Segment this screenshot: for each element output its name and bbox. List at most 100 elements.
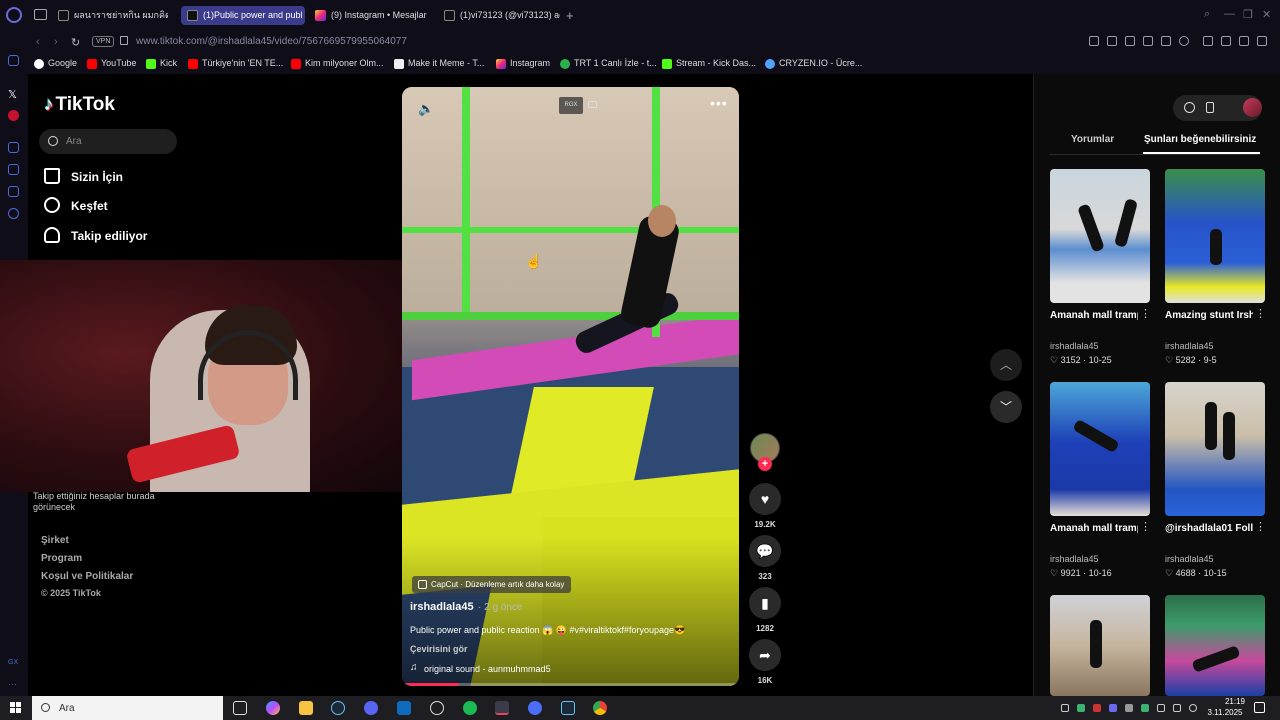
card-title[interactable]: @irshadlala01 Follow my accou... — [1165, 521, 1253, 536]
bookmark-cryzen[interactable]: CRYZEN.IO - Ücre... — [765, 58, 862, 69]
card-author[interactable]: irshadlala45 — [1165, 341, 1214, 351]
app-icon[interactable] — [528, 701, 542, 715]
pinboard-icon[interactable] — [8, 142, 19, 153]
search-input[interactable]: Ara — [39, 129, 177, 154]
nav-for-you[interactable]: Sizin İçin — [44, 168, 123, 184]
taskbar-search[interactable]: Ara — [32, 696, 223, 720]
x-icon[interactable]: 𝕏 — [8, 88, 19, 101]
bookmark-kick-dashboard[interactable]: Stream - Kick Das... — [662, 58, 756, 69]
capcut-badge[interactable]: CapCut · Düzenleme artık daha kolay — [412, 576, 572, 593]
video-thumbnail[interactable] — [1165, 382, 1265, 516]
card-author[interactable]: irshadlala45 — [1050, 341, 1099, 351]
volume-icon[interactable] — [1189, 704, 1197, 712]
browser-tab[interactable]: (9) Instagram • Mesajlar — [309, 6, 434, 25]
bookmark-youtube-video[interactable]: Kim milyoner Olm... — [291, 58, 384, 69]
wallet-icon[interactable] — [1221, 36, 1231, 46]
adblock-icon[interactable] — [1125, 36, 1135, 46]
opera-logo-icon[interactable] — [6, 7, 22, 23]
sound-link[interactable]: original sound - aunmuhmmad5 — [424, 664, 551, 674]
tab-comments[interactable]: Yorumlar — [1071, 134, 1114, 145]
tray-app-icon[interactable] — [1109, 704, 1117, 712]
card-more-icon[interactable]: ⋮ — [1140, 307, 1151, 320]
picture-in-picture-icon[interactable] — [588, 101, 597, 108]
clock-date[interactable]: 3.11.2025 — [1205, 708, 1245, 717]
bookmark-trt[interactable]: TRT 1 Canlı İzle - t... — [560, 58, 657, 69]
tray-app-icon[interactable] — [1125, 704, 1133, 712]
chrome-icon[interactable] — [593, 701, 607, 715]
youtube-music-icon[interactable] — [8, 110, 19, 121]
reload-icon[interactable]: ↻ — [71, 36, 80, 49]
settings-icon[interactable] — [8, 208, 19, 219]
video-progress-bar[interactable] — [402, 683, 739, 686]
bookmark-youtube-video[interactable]: Türkiye'nin 'EN TE... — [188, 58, 283, 69]
outlook-icon[interactable] — [397, 701, 411, 715]
card-title[interactable]: Amanah mall trampoline park... — [1050, 308, 1138, 323]
card-title[interactable]: Amazing stunt Irshad Lala😱 😨 ... — [1165, 308, 1253, 323]
browser-tab-active[interactable]: (1)Public power and publ — [181, 6, 305, 25]
windows-start-icon[interactable] — [10, 702, 21, 713]
compass-icon[interactable] — [1184, 102, 1195, 113]
gx-icon[interactable]: GX — [8, 659, 19, 670]
card-title[interactable]: Amanah mall trampoline park... — [1050, 521, 1138, 536]
like-button[interactable]: ♥ — [749, 483, 781, 515]
steam-icon[interactable] — [331, 701, 345, 715]
footer-link-program[interactable]: Program — [41, 553, 82, 564]
tray-app-icon[interactable] — [1093, 704, 1101, 712]
discord-icon[interactable] — [364, 701, 378, 715]
extensions-icon[interactable] — [1203, 36, 1213, 46]
steam-icon[interactable] — [561, 701, 575, 715]
footer-link-company[interactable]: Şirket — [41, 535, 69, 546]
card-more-icon[interactable]: ⋮ — [1255, 520, 1266, 533]
tab-switcher-icon[interactable] — [34, 9, 47, 20]
network-icon[interactable] — [1173, 704, 1181, 712]
volume-icon[interactable]: 🔈 — [418, 101, 434, 117]
snapshot-icon[interactable] — [1107, 36, 1117, 46]
file-explorer-icon[interactable] — [299, 701, 313, 715]
search-tabs-icon[interactable]: ⌕ — [1204, 8, 1210, 21]
download-icon[interactable] — [1239, 36, 1249, 46]
comment-button[interactable]: 💬 — [749, 535, 781, 567]
spotify-icon[interactable] — [463, 701, 477, 715]
nav-following[interactable]: Takip ediliyor — [44, 227, 147, 243]
video-thumbnail[interactable] — [1165, 595, 1265, 696]
bookmark-make-it-meme[interactable]: Make it Meme - T... — [394, 58, 484, 69]
device-icon[interactable] — [1206, 102, 1214, 113]
tray-app-icon[interactable] — [1077, 704, 1085, 712]
minimize-icon[interactable]: — — [1224, 8, 1235, 20]
tray-chevron-icon[interactable] — [1061, 704, 1069, 712]
video-author[interactable]: irshadlala45 — [410, 601, 474, 613]
bookmark-google[interactable]: Google — [34, 58, 77, 69]
video-thumbnail[interactable] — [1050, 595, 1150, 696]
translate-icon[interactable] — [1143, 36, 1153, 46]
bookmark-kick[interactable]: Kick — [146, 58, 177, 69]
menu-icon[interactable] — [1257, 36, 1267, 46]
task-view-icon[interactable] — [233, 701, 247, 715]
more-options-icon[interactable]: ••• — [710, 95, 728, 111]
pin-icon[interactable] — [1089, 36, 1099, 46]
clock-time[interactable]: 21:19 — [1215, 697, 1255, 706]
history-icon[interactable] — [8, 164, 19, 175]
new-tab-button[interactable]: + — [566, 8, 574, 23]
back-icon[interactable]: ‹ — [36, 36, 40, 48]
nav-explore[interactable]: Keşfet — [44, 197, 108, 213]
close-icon[interactable]: ✕ — [1262, 8, 1271, 21]
card-more-icon[interactable]: ⋮ — [1255, 307, 1266, 320]
obs-icon[interactable] — [430, 701, 444, 715]
opera-gx-icon[interactable] — [495, 701, 509, 715]
forward-icon[interactable]: › — [54, 36, 58, 48]
tiktok-logo[interactable]: ♪ TikTok — [44, 94, 115, 116]
footer-link-terms[interactable]: Koşul ve Politikalar — [41, 571, 133, 582]
more-icon[interactable]: ··· — [8, 679, 19, 690]
video-thumbnail[interactable] — [1050, 382, 1150, 516]
maximize-icon[interactable]: ❐ — [1243, 8, 1253, 21]
card-author[interactable]: irshadlala45 — [1165, 554, 1214, 564]
extensions-icon[interactable] — [8, 186, 19, 197]
heart-icon[interactable] — [1179, 36, 1189, 46]
microphone-icon[interactable] — [1157, 704, 1165, 712]
card-more-icon[interactable]: ⋮ — [1140, 520, 1151, 533]
tray-app-icon[interactable] — [1141, 704, 1149, 712]
browser-tab[interactable]: (1)vi73123 (@vi73123) adı — [438, 6, 560, 25]
messenger-icon[interactable] — [8, 55, 19, 66]
bookmark-instagram[interactable]: Instagram — [496, 58, 550, 69]
share-button[interactable]: ➦ — [749, 639, 781, 671]
